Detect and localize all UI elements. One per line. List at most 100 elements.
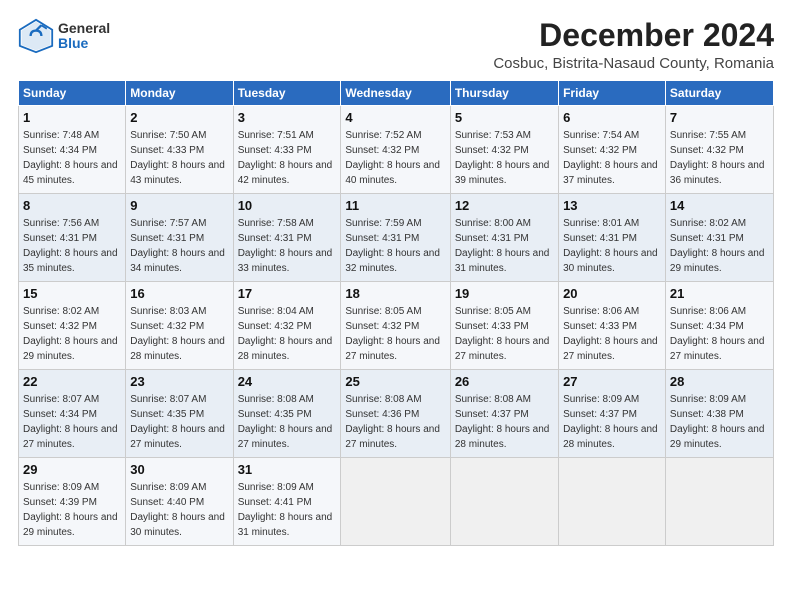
logo-general-text: General [58, 21, 110, 36]
calendar-week-3: 15 Sunrise: 8:02 AMSunset: 4:32 PMDaylig… [19, 282, 774, 370]
cell-details: Sunrise: 7:54 AMSunset: 4:32 PMDaylight:… [563, 130, 658, 186]
calendar-cell: 6 Sunrise: 7:54 AMSunset: 4:32 PMDayligh… [559, 106, 666, 194]
cell-details: Sunrise: 8:07 AMSunset: 4:35 PMDaylight:… [130, 394, 225, 450]
day-number: 6 [563, 109, 661, 127]
logo-blue-text: Blue [58, 36, 110, 51]
day-number: 22 [23, 373, 121, 391]
calendar-header-monday: Monday [126, 81, 233, 106]
calendar-cell: 22 Sunrise: 8:07 AMSunset: 4:34 PMDaylig… [19, 370, 126, 458]
day-number: 10 [238, 197, 337, 215]
calendar-header-saturday: Saturday [665, 81, 773, 106]
calendar-cell: 16 Sunrise: 8:03 AMSunset: 4:32 PMDaylig… [126, 282, 233, 370]
day-number: 17 [238, 285, 337, 303]
page: General Blue December 2024 Cosbuc, Bistr… [0, 0, 792, 612]
cell-details: Sunrise: 8:08 AMSunset: 4:37 PMDaylight:… [455, 394, 550, 450]
calendar-cell [341, 458, 450, 546]
calendar-cell: 31 Sunrise: 8:09 AMSunset: 4:41 PMDaylig… [233, 458, 341, 546]
cell-details: Sunrise: 7:59 AMSunset: 4:31 PMDaylight:… [345, 218, 440, 274]
calendar-cell: 23 Sunrise: 8:07 AMSunset: 4:35 PMDaylig… [126, 370, 233, 458]
day-number: 19 [455, 285, 554, 303]
cell-details: Sunrise: 7:50 AMSunset: 4:33 PMDaylight:… [130, 130, 225, 186]
cell-details: Sunrise: 8:09 AMSunset: 4:40 PMDaylight:… [130, 482, 225, 538]
calendar-cell [450, 458, 558, 546]
calendar-cell: 24 Sunrise: 8:08 AMSunset: 4:35 PMDaylig… [233, 370, 341, 458]
day-number: 12 [455, 197, 554, 215]
calendar-cell: 21 Sunrise: 8:06 AMSunset: 4:34 PMDaylig… [665, 282, 773, 370]
cell-details: Sunrise: 8:09 AMSunset: 4:41 PMDaylight:… [238, 482, 333, 538]
day-number: 11 [345, 197, 445, 215]
day-number: 24 [238, 373, 337, 391]
cell-details: Sunrise: 7:53 AMSunset: 4:32 PMDaylight:… [455, 130, 550, 186]
day-number: 16 [130, 285, 228, 303]
cell-details: Sunrise: 8:02 AMSunset: 4:32 PMDaylight:… [23, 306, 118, 362]
calendar-cell: 5 Sunrise: 7:53 AMSunset: 4:32 PMDayligh… [450, 106, 558, 194]
day-number: 9 [130, 197, 228, 215]
calendar-cell: 19 Sunrise: 8:05 AMSunset: 4:33 PMDaylig… [450, 282, 558, 370]
cell-details: Sunrise: 8:09 AMSunset: 4:38 PMDaylight:… [670, 394, 765, 450]
calendar-cell: 28 Sunrise: 8:09 AMSunset: 4:38 PMDaylig… [665, 370, 773, 458]
calendar-cell: 18 Sunrise: 8:05 AMSunset: 4:32 PMDaylig… [341, 282, 450, 370]
day-number: 4 [345, 109, 445, 127]
calendar-cell: 9 Sunrise: 7:57 AMSunset: 4:31 PMDayligh… [126, 194, 233, 282]
calendar-cell: 17 Sunrise: 8:04 AMSunset: 4:32 PMDaylig… [233, 282, 341, 370]
cell-details: Sunrise: 8:06 AMSunset: 4:34 PMDaylight:… [670, 306, 765, 362]
calendar-header-row: SundayMondayTuesdayWednesdayThursdayFrid… [19, 81, 774, 106]
calendar-cell: 14 Sunrise: 8:02 AMSunset: 4:31 PMDaylig… [665, 194, 773, 282]
cell-details: Sunrise: 8:07 AMSunset: 4:34 PMDaylight:… [23, 394, 118, 450]
header: General Blue December 2024 Cosbuc, Bistr… [18, 18, 774, 72]
calendar-header-thursday: Thursday [450, 81, 558, 106]
day-number: 21 [670, 285, 769, 303]
calendar-cell: 29 Sunrise: 8:09 AMSunset: 4:39 PMDaylig… [19, 458, 126, 546]
calendar-header-tuesday: Tuesday [233, 81, 341, 106]
calendar-cell: 20 Sunrise: 8:06 AMSunset: 4:33 PMDaylig… [559, 282, 666, 370]
subtitle: Cosbuc, Bistrita-Nasaud County, Romania [493, 55, 774, 72]
calendar-week-4: 22 Sunrise: 8:07 AMSunset: 4:34 PMDaylig… [19, 370, 774, 458]
cell-details: Sunrise: 8:08 AMSunset: 4:36 PMDaylight:… [345, 394, 440, 450]
calendar-cell: 7 Sunrise: 7:55 AMSunset: 4:32 PMDayligh… [665, 106, 773, 194]
cell-details: Sunrise: 7:55 AMSunset: 4:32 PMDaylight:… [670, 130, 765, 186]
day-number: 20 [563, 285, 661, 303]
day-number: 14 [670, 197, 769, 215]
calendar-cell: 12 Sunrise: 8:00 AMSunset: 4:31 PMDaylig… [450, 194, 558, 282]
cell-details: Sunrise: 7:57 AMSunset: 4:31 PMDaylight:… [130, 218, 225, 274]
cell-details: Sunrise: 7:58 AMSunset: 4:31 PMDaylight:… [238, 218, 333, 274]
calendar-cell: 13 Sunrise: 8:01 AMSunset: 4:31 PMDaylig… [559, 194, 666, 282]
day-number: 27 [563, 373, 661, 391]
calendar-week-5: 29 Sunrise: 8:09 AMSunset: 4:39 PMDaylig… [19, 458, 774, 546]
cell-details: Sunrise: 7:52 AMSunset: 4:32 PMDaylight:… [345, 130, 440, 186]
day-number: 13 [563, 197, 661, 215]
calendar-cell: 10 Sunrise: 7:58 AMSunset: 4:31 PMDaylig… [233, 194, 341, 282]
cell-details: Sunrise: 7:48 AMSunset: 4:34 PMDaylight:… [23, 130, 118, 186]
calendar-cell [559, 458, 666, 546]
calendar-cell: 30 Sunrise: 8:09 AMSunset: 4:40 PMDaylig… [126, 458, 233, 546]
cell-details: Sunrise: 8:01 AMSunset: 4:31 PMDaylight:… [563, 218, 658, 274]
cell-details: Sunrise: 8:06 AMSunset: 4:33 PMDaylight:… [563, 306, 658, 362]
day-number: 7 [670, 109, 769, 127]
calendar-cell: 8 Sunrise: 7:56 AMSunset: 4:31 PMDayligh… [19, 194, 126, 282]
day-number: 30 [130, 461, 228, 479]
cell-details: Sunrise: 8:09 AMSunset: 4:39 PMDaylight:… [23, 482, 118, 538]
day-number: 31 [238, 461, 337, 479]
calendar-week-2: 8 Sunrise: 7:56 AMSunset: 4:31 PMDayligh… [19, 194, 774, 282]
calendar-cell: 3 Sunrise: 7:51 AMSunset: 4:33 PMDayligh… [233, 106, 341, 194]
calendar-table: SundayMondayTuesdayWednesdayThursdayFrid… [18, 80, 774, 546]
cell-details: Sunrise: 8:09 AMSunset: 4:37 PMDaylight:… [563, 394, 658, 450]
calendar-header-friday: Friday [559, 81, 666, 106]
calendar-week-1: 1 Sunrise: 7:48 AMSunset: 4:34 PMDayligh… [19, 106, 774, 194]
calendar-cell: 11 Sunrise: 7:59 AMSunset: 4:31 PMDaylig… [341, 194, 450, 282]
calendar-cell: 1 Sunrise: 7:48 AMSunset: 4:34 PMDayligh… [19, 106, 126, 194]
day-number: 8 [23, 197, 121, 215]
cell-details: Sunrise: 7:56 AMSunset: 4:31 PMDaylight:… [23, 218, 118, 274]
cell-details: Sunrise: 7:51 AMSunset: 4:33 PMDaylight:… [238, 130, 333, 186]
day-number: 26 [455, 373, 554, 391]
logo-text: General Blue [58, 21, 110, 52]
calendar-cell: 2 Sunrise: 7:50 AMSunset: 4:33 PMDayligh… [126, 106, 233, 194]
calendar-cell [665, 458, 773, 546]
calendar-header-sunday: Sunday [19, 81, 126, 106]
day-number: 29 [23, 461, 121, 479]
calendar-cell: 25 Sunrise: 8:08 AMSunset: 4:36 PMDaylig… [341, 370, 450, 458]
day-number: 18 [345, 285, 445, 303]
cell-details: Sunrise: 8:02 AMSunset: 4:31 PMDaylight:… [670, 218, 765, 274]
calendar-cell: 15 Sunrise: 8:02 AMSunset: 4:32 PMDaylig… [19, 282, 126, 370]
calendar-cell: 4 Sunrise: 7:52 AMSunset: 4:32 PMDayligh… [341, 106, 450, 194]
